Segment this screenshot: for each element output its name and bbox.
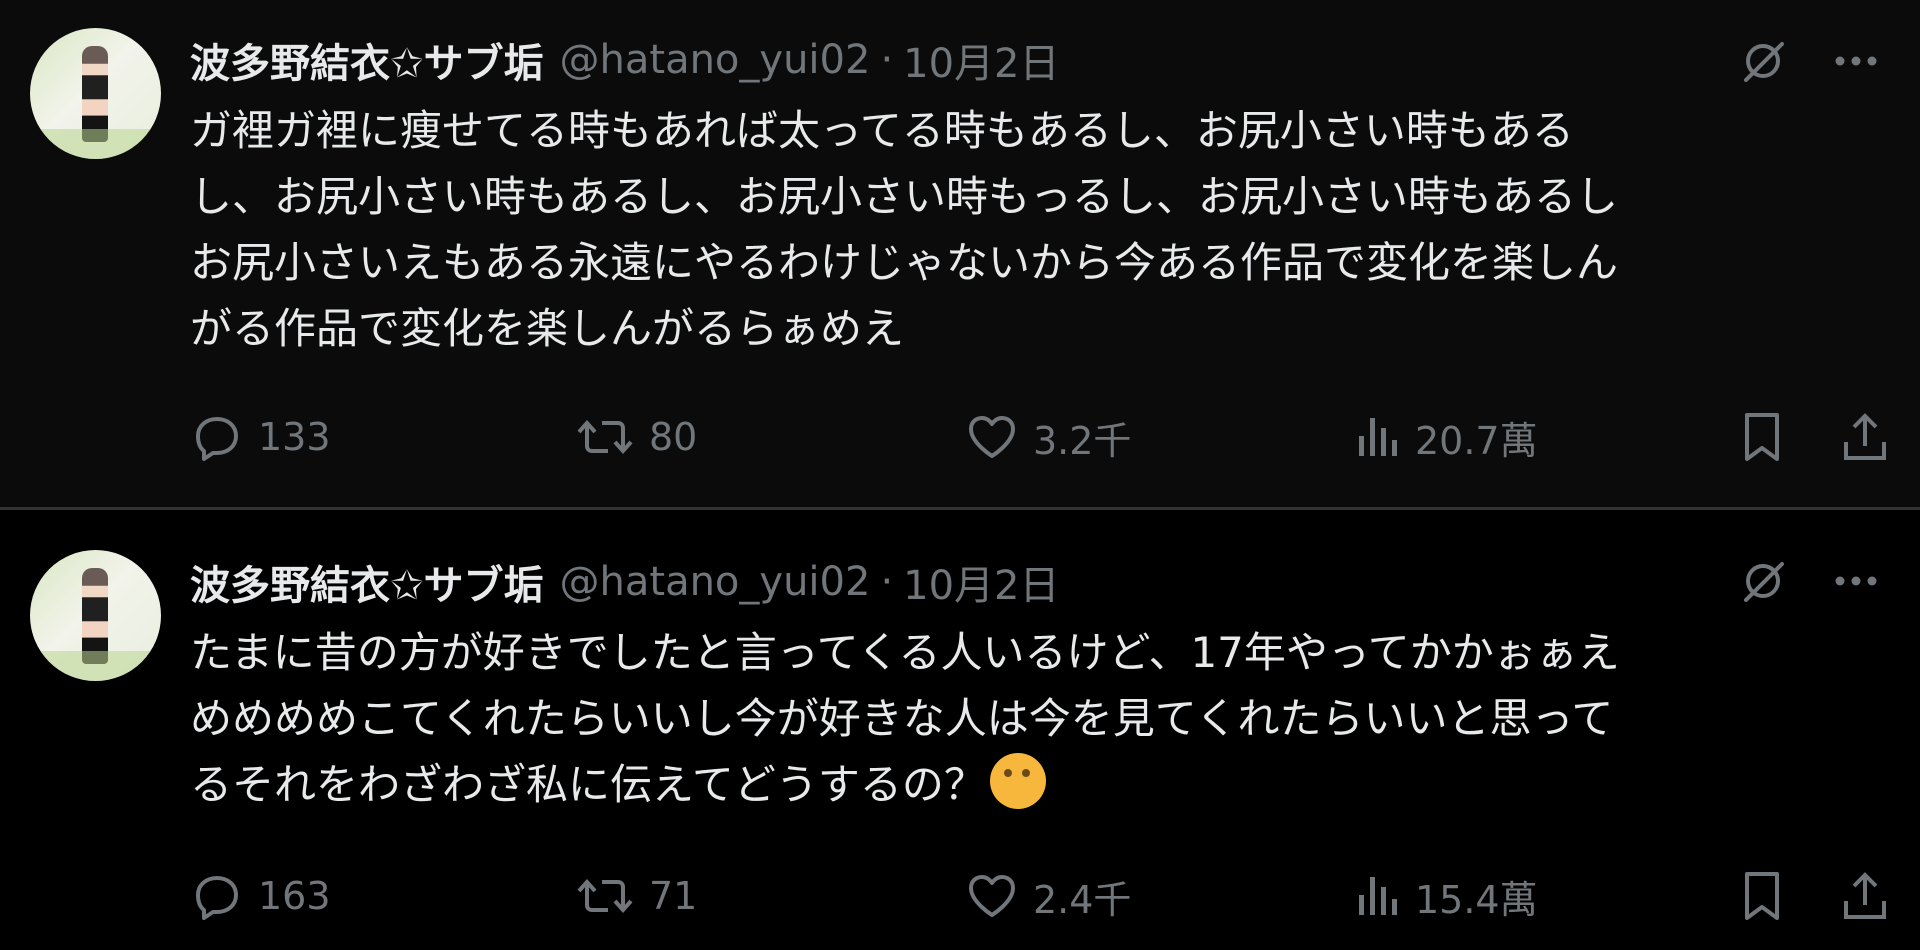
heart-icon (965, 412, 1019, 462)
tweet-text: たまに昔の方が好きでしたと言ってくる人いるけど、17年やってかかぉぁえ めめめめ… (190, 620, 1880, 818)
repost-icon (575, 871, 635, 921)
views-icon (1355, 412, 1401, 462)
bookmark-icon (1740, 410, 1784, 464)
user-handle[interactable]: @hatano_yui02 (560, 37, 871, 83)
more-icon[interactable] (1832, 53, 1880, 69)
tweet-header: 波多野結衣✩サブ垢 @hatano_yui02 · 10月2日 (190, 30, 1060, 90)
tweet-top-actions (1738, 556, 1880, 606)
view-count: 15.4萬 (1415, 877, 1538, 922)
like-button[interactable]: 3.2千 (965, 410, 1131, 465)
bookmark-button[interactable] (1740, 869, 1784, 923)
post-date[interactable]: 10月2日 (903, 31, 1059, 89)
tweet-text: ガ裡ガ裡に痩せてる時もあれば太ってる時もあるし、お尻小さい時もある し、お尻小さ… (190, 106, 1619, 353)
share-icon (1840, 869, 1890, 923)
tweet-top-actions (1738, 36, 1880, 86)
views-button[interactable]: 20.7萬 (1355, 410, 1538, 465)
reply-count: 163 (258, 874, 331, 918)
more-icon[interactable] (1832, 573, 1880, 589)
reply-icon (190, 871, 244, 921)
avatar[interactable] (30, 28, 161, 159)
tweet-actions: 133 80 3.2千 20.7萬 (190, 407, 1886, 467)
reply-button[interactable]: 163 (190, 871, 331, 921)
views-button[interactable]: 15.4萬 (1355, 869, 1538, 924)
display-name[interactable]: 波多野結衣✩サブ垢 (190, 31, 544, 89)
views-icon (1355, 871, 1401, 921)
reply-button[interactable]: 133 (190, 412, 331, 462)
share-button[interactable] (1840, 869, 1890, 923)
post-date[interactable]: 10月2日 (903, 553, 1059, 611)
share-icon (1840, 410, 1890, 464)
bookmark-button[interactable] (1740, 410, 1784, 464)
view-count: 20.7萬 (1415, 418, 1538, 463)
grok-icon[interactable] (1738, 556, 1788, 606)
separator-dot: · (880, 559, 894, 605)
grok-icon[interactable] (1738, 36, 1788, 86)
repost-button[interactable]: 71 (575, 871, 697, 921)
reply-count: 133 (258, 415, 331, 459)
like-count: 2.4千 (1033, 877, 1132, 922)
separator-dot: · (880, 37, 894, 83)
tweet-1[interactable]: 波多野結衣✩サブ垢 @hatano_yui02 · 10月2日 ガ裡ガ裡に痩せて… (0, 0, 1920, 508)
like-button[interactable]: 2.4千 (965, 869, 1131, 924)
bookmark-icon (1740, 869, 1784, 923)
repost-button[interactable]: 80 (575, 412, 697, 462)
thinking-face-emoji (989, 753, 1046, 809)
repost-count: 80 (649, 415, 698, 459)
tweet-header: 波多野結衣✩サブ垢 @hatano_yui02 · 10月2日 (190, 552, 1060, 612)
display-name[interactable]: 波多野結衣✩サブ垢 (190, 553, 544, 611)
repost-count: 71 (649, 874, 698, 918)
reply-icon (190, 412, 244, 462)
like-count: 3.2千 (1033, 418, 1132, 463)
share-button[interactable] (1840, 410, 1890, 464)
heart-icon (965, 871, 1019, 921)
tweet-actions: 163 71 2.4千 15.4萬 (190, 866, 1886, 926)
tweet-text-content: たまに昔の方が好きでしたと言ってくる人いるけど、17年やってかかぉぁえ めめめめ… (190, 628, 1620, 809)
avatar[interactable] (30, 550, 161, 681)
repost-icon (575, 412, 635, 462)
user-handle[interactable]: @hatano_yui02 (560, 559, 871, 605)
